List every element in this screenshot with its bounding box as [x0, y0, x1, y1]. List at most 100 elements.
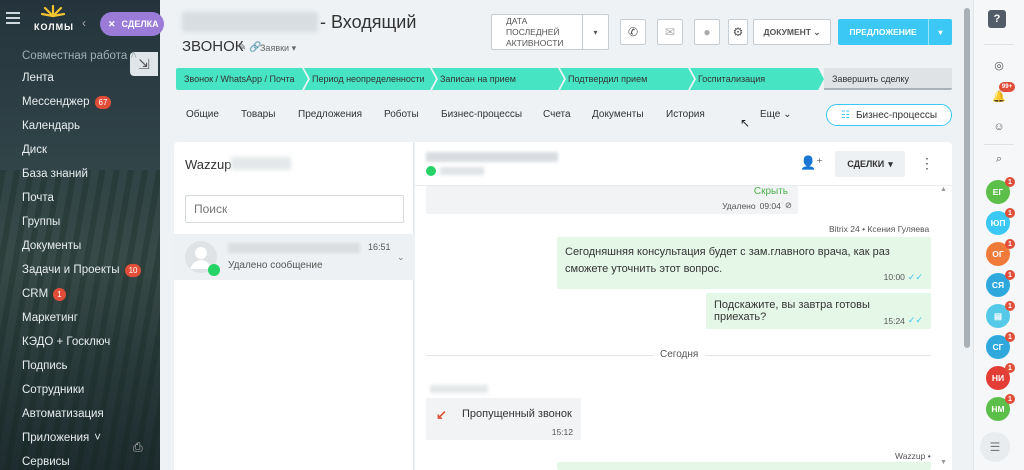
- messenger-badge: 67: [94, 95, 112, 109]
- tab-offers[interactable]: Предложения: [298, 109, 362, 120]
- recent-chat-avatar[interactable]: ЕГ 1: [986, 177, 1015, 204]
- help-button[interactable]: ?: [988, 10, 1006, 28]
- notifications-icon[interactable]: 🔔 99+: [988, 82, 1015, 107]
- stage-1[interactable]: Звонок / WhatsApp / Почта: [176, 68, 308, 90]
- add-user-icon[interactable]: 👤⁺: [800, 155, 823, 171]
- more-vertical-icon[interactable]: ⋮: [920, 155, 934, 172]
- missed-call-icon: ↙: [436, 407, 447, 422]
- chat-list-icon[interactable]: ☰: [980, 432, 1010, 462]
- settings-button[interactable]: ⚙: [728, 19, 748, 45]
- phone-number-redacted: [182, 12, 318, 32]
- deals-button[interactable]: СДЕЛКИ ▾: [835, 151, 905, 177]
- date-activity-button[interactable]: ДАТА ПОСЛЕДНЕЙ АКТИВНОСТИ ▾: [491, 14, 609, 50]
- recent-chat-avatar[interactable]: ▤ 1: [986, 301, 1015, 328]
- pipeline-selector[interactable]: Заявки ▾: [260, 43, 296, 54]
- page-title: - Входящий: [320, 12, 417, 32]
- printer-icon[interactable]: ⎙: [133, 440, 143, 455]
- message-meta: Удалено 09:04 ⊘: [722, 200, 792, 211]
- document-button[interactable]: ДОКУМЕНТ ⌄: [753, 19, 831, 45]
- page-title-line2: звонок: [182, 38, 244, 55]
- recent-chat-avatar[interactable]: ОГ 1: [986, 239, 1015, 266]
- sidebar-item-knowledge[interactable]: База знаний: [0, 162, 160, 186]
- conversation-last-message: Удалено сообщение: [228, 260, 323, 271]
- search-icon[interactable]: ⌕: [988, 148, 1010, 170]
- sidebar-item-employees[interactable]: Сотрудники: [0, 378, 160, 402]
- tab-general[interactable]: Общие: [186, 109, 219, 120]
- chat-icon: ●: [703, 25, 711, 39]
- tab-robots[interactable]: Роботы: [384, 109, 419, 120]
- whatsapp-icon: [426, 166, 436, 176]
- company-logo[interactable]: КОЛМЫ: [34, 4, 74, 34]
- sidebar-item-mail[interactable]: Почта: [0, 186, 160, 210]
- offer-button-label: ПРЕДЛОЖЕНИЕ: [849, 27, 917, 37]
- recent-chat-avatar[interactable]: ЮП 1: [986, 208, 1015, 235]
- dropdown-caret-icon[interactable]: ▾: [582, 15, 608, 49]
- tab-more[interactable]: Еще ⌄: [760, 109, 792, 120]
- stage-4[interactable]: Подтвердил прием: [560, 68, 694, 90]
- sidebar-item-calendar[interactable]: Календарь: [0, 114, 160, 138]
- offer-button[interactable]: ПРЕДЛОЖЕНИЕ ▾: [838, 19, 952, 45]
- sidebar-item-messenger[interactable]: Мессенджер 67: [0, 90, 160, 114]
- collapse-chevron-icon[interactable]: ‹: [82, 16, 86, 30]
- chevron-down-icon[interactable]: ⌄: [397, 252, 405, 263]
- tab-history[interactable]: История: [666, 109, 705, 120]
- whatsapp-icon: [208, 264, 220, 276]
- message-text: Пропущенный звонок: [462, 408, 572, 420]
- chat-search-input[interactable]: [185, 195, 404, 223]
- sidebar-item-sign[interactable]: Подпись: [0, 354, 160, 378]
- sidebar-item-crm[interactable]: CRM 1: [0, 282, 160, 306]
- stage-2[interactable]: Период неопределенности: [304, 68, 436, 90]
- tab-invoices[interactable]: Счета: [543, 109, 571, 120]
- timeman-icon[interactable]: ◎: [988, 54, 1010, 76]
- recent-chat-avatar[interactable]: СГ 1: [986, 332, 1015, 359]
- deal-pill-label: СДЕЛКА: [121, 19, 159, 29]
- tab-business-processes[interactable]: Бизнес-процессы: [441, 109, 522, 120]
- notifications-badge: 99+: [999, 82, 1015, 92]
- recent-chat-avatar[interactable]: НИ 1: [986, 363, 1015, 390]
- deal-close-pill[interactable]: ✕ СДЕЛКА: [100, 12, 164, 36]
- sidebar-item-marketing[interactable]: Маркетинг: [0, 306, 160, 330]
- day-separator: Сегодня: [660, 349, 699, 360]
- sidebar-item-kedo[interactable]: КЭДО + Госключ: [0, 330, 160, 354]
- recent-chat-avatar[interactable]: СЯ 1: [986, 270, 1015, 297]
- sidebar-item-groups[interactable]: Группы: [0, 210, 160, 234]
- hide-link[interactable]: Скрыть: [754, 186, 788, 197]
- tab-documents[interactable]: Документы: [592, 109, 644, 120]
- crm-badge: 1: [53, 287, 66, 301]
- contact-center-icon[interactable]: ☺: [988, 116, 1010, 138]
- phone-call-button[interactable]: ✆: [620, 19, 646, 45]
- sidebar-group-label[interactable]: Совместная работа ˄: [0, 46, 160, 66]
- email-button[interactable]: ✉: [657, 19, 683, 45]
- menu-burger-icon[interactable]: [6, 12, 20, 24]
- sidebar-item-disk[interactable]: Диск: [0, 138, 160, 162]
- business-processes-button[interactable]: ☷ Бизнес-процессы: [826, 104, 952, 126]
- offer-dropdown-icon[interactable]: ▾: [928, 19, 952, 45]
- right-toolbar: ? ◎ 🔔 99+ ☺ ⌕ ЕГ 1 ЮП 1 ОГ 1 СЯ 1 ▤ 1 СГ 1 НИ 1 …: [973, 0, 1024, 470]
- scroll-down-icon[interactable]: ▼: [940, 459, 947, 466]
- message-text: Подскажите, вы завтра готовы приехать?: [714, 299, 870, 323]
- date-button-label: ДАТА ПОСЛЕДНЕЙ АКТИВНОСТИ: [506, 15, 564, 48]
- chat-list-title: Wazzup: [185, 157, 232, 172]
- scroll-up-icon[interactable]: ▲: [940, 186, 947, 193]
- sidebar-item-documents[interactable]: Документы: [0, 234, 160, 258]
- contact-avatar: [185, 241, 220, 276]
- sidebar-item-automation[interactable]: Автоматизация: [0, 402, 160, 426]
- skype-button[interactable]: ●: [694, 19, 720, 45]
- missed-call-message: ↙ Пропущенный звонок 15:12: [426, 398, 581, 440]
- tab-products[interactable]: Товары: [241, 109, 275, 120]
- recent-chat-avatar[interactable]: НМ 1: [986, 394, 1015, 421]
- stage-finish[interactable]: Завершить сделку: [824, 68, 952, 90]
- stage-3[interactable]: Записан на прием: [432, 68, 564, 90]
- sidebar-item-feed[interactable]: Лента: [0, 66, 160, 90]
- read-ticks-icon: ✓✓: [907, 315, 923, 325]
- conversation-time: 16:51: [368, 242, 391, 252]
- message-outgoing-partial: [557, 462, 931, 470]
- message-deleted: Скрыть Удалено 09:04 ⊘: [426, 186, 798, 214]
- edit-pencil-icon[interactable]: ✎ 🔗: [238, 42, 262, 53]
- clock-icon: ⊘: [784, 200, 792, 210]
- page-scrollbar[interactable]: [963, 0, 971, 470]
- sidebar-item-tasks[interactable]: Задачи и Проекты 10: [0, 258, 160, 282]
- day-divider-line: [426, 355, 654, 356]
- author-redacted: [430, 385, 488, 393]
- stage-5[interactable]: Госпитализация: [690, 68, 824, 90]
